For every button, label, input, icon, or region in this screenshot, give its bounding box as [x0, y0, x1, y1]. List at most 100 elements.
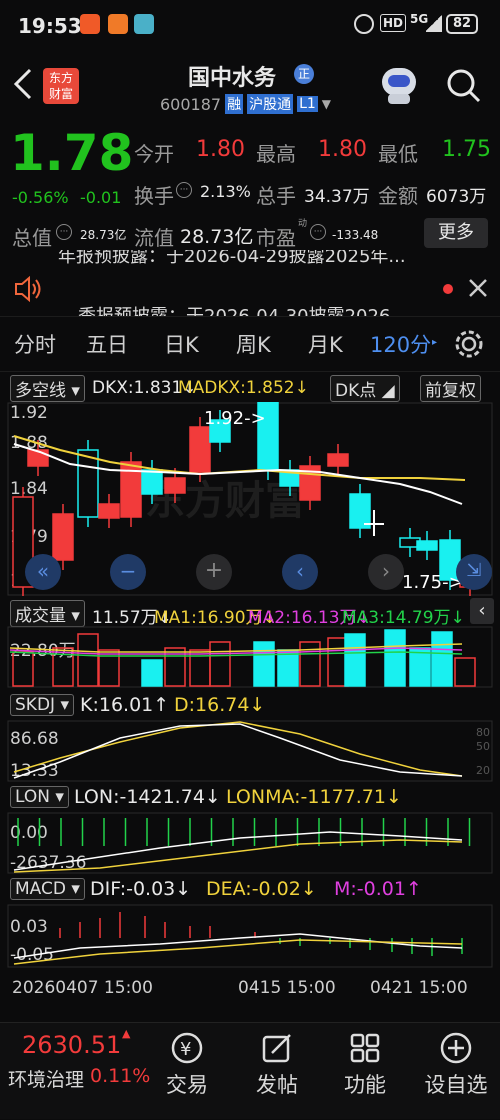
skdj-k-line	[13, 723, 463, 779]
post-icon	[262, 1034, 291, 1063]
skdj-chart: 86.6813.33805020	[7, 720, 493, 782]
volume-value: 34.37万	[304, 187, 370, 207]
axis-label: 0.03	[10, 917, 48, 937]
more-button[interactable]: 更多	[424, 218, 488, 248]
functions-button[interactable]: 功能	[330, 1031, 400, 1099]
stock-name[interactable]: 国中水务	[188, 60, 276, 92]
tab-month-k[interactable]: 月K	[308, 329, 343, 359]
robot-assistant-icon[interactable]	[378, 64, 420, 104]
low-label: 最低	[378, 142, 418, 166]
speaker-icon[interactable]	[14, 276, 44, 302]
collapse-arrow-icon[interactable]: ‹	[470, 598, 494, 624]
candle-body	[164, 477, 186, 494]
volume-bar	[253, 641, 275, 687]
change-value: -0.01	[80, 188, 122, 207]
svg-text:¥: ¥	[180, 1039, 191, 1060]
scroll-left-fast-icon[interactable]: «	[25, 554, 61, 590]
hd-icon: HD	[380, 14, 407, 32]
battery-icon: 82	[446, 14, 478, 34]
volume-indicator-row: 成交量 ▾ 11.57万↓ MA1:16.90万↓ MA2:16.13万↓ MA…	[0, 598, 500, 628]
ma3-value: MA3:14.79万↓	[342, 608, 465, 628]
reset-view-icon[interactable]: ⇲	[456, 554, 492, 590]
add-watchlist-label: 设自选	[424, 1073, 488, 1097]
date-axis: 20260407 15:00 0415 15:00 0421 15:00	[0, 974, 500, 1004]
unread-dot	[443, 284, 453, 294]
info-icon[interactable]: ···	[176, 182, 192, 198]
turnover-label: 换手	[134, 184, 174, 208]
stock-code-row: 600187 融 沪股通 L1 ▼	[160, 94, 331, 114]
app-notification-icon-2	[134, 14, 154, 34]
scroll-left-icon[interactable]: ‹	[282, 554, 318, 590]
amount-label: 金额	[378, 184, 418, 208]
lon-indicator-row: LON ▾ LON:-1421.74↓ LONMA:-1177.71↓	[0, 784, 500, 812]
sector-index[interactable]: 2630.51 ▲ 环境治理 0.11%	[0, 1023, 150, 1120]
volume-selector[interactable]: 成交量 ▾	[10, 600, 85, 627]
tab-week-k[interactable]: 周K	[236, 329, 271, 359]
madkx-value: MADKX:1.852↓	[178, 378, 309, 398]
indicator-name: 多空线	[15, 381, 66, 401]
total-mv-label: 总值	[12, 226, 52, 250]
period-tabs: 分时 五日 日K 周K 月K 120分 ▸	[0, 316, 500, 372]
axis-label: 86.68	[10, 729, 59, 749]
back-icon[interactable]	[10, 66, 36, 102]
macd-selector[interactable]: MACD ▾	[10, 878, 85, 900]
candle-body	[327, 453, 349, 467]
macd-dea-value: DEA:-0.02↓	[206, 878, 317, 900]
bottom-toolbar: 2630.51 ▲ 环境治理 0.11% ¥ 交易 发帖 功能 设自选	[0, 1022, 500, 1119]
sector-index-name: 环境治理	[8, 1069, 85, 1091]
logo-text-1: 东方	[48, 71, 73, 85]
search-icon[interactable]	[446, 68, 482, 104]
news-line-1: 年报预披露：于2026-04-29披露2025年...	[58, 250, 406, 267]
volume-bar	[77, 633, 99, 687]
info-icon-2[interactable]: ···	[56, 224, 72, 240]
macd-indicator-row: MACD ▾ DIF:-0.03↓ DEA:-0.02↓ M:-0.01↑	[0, 876, 500, 904]
date-label-start: 20260407 15:00	[12, 978, 153, 998]
tab-120min[interactable]: 120分	[370, 329, 431, 359]
scroll-right-icon[interactable]: ›	[368, 554, 404, 590]
tab-dropdown-icon[interactable]: ▸	[432, 337, 437, 348]
tag-l1: L1	[297, 96, 318, 112]
gear-icon[interactable]	[454, 329, 484, 359]
zoom-in-icon[interactable]: +	[196, 554, 232, 590]
app-notification-icon	[108, 14, 128, 34]
adjust-button[interactable]: 前复权	[420, 375, 481, 402]
lon-chart: 0.00-2637.36	[7, 812, 493, 874]
tab-five-day[interactable]: 五日	[86, 329, 128, 359]
turnover-value: 2.13%	[200, 182, 251, 201]
float-mv-label: 流值	[134, 226, 174, 250]
info-icon-3[interactable]: ···	[310, 224, 326, 240]
candle-body	[77, 449, 99, 518]
trade-button[interactable]: ¥ 交易	[152, 1031, 222, 1099]
lon-selector[interactable]: LON ▾	[10, 786, 69, 808]
status-bar: 19:53 HD 5G 82	[0, 0, 500, 50]
zoom-out-icon[interactable]: −	[110, 554, 146, 590]
news-ticker[interactable]: 年报预披露：于2026-04-29披露2025年... 季报预披露：于2026-…	[0, 250, 500, 316]
dk-point-button[interactable]: DK点 ◢	[330, 375, 400, 402]
high-value: 1.80	[318, 137, 367, 162]
close-icon[interactable]	[466, 276, 490, 300]
stock-code: 600187	[160, 94, 222, 114]
logo-text-2: 财富	[48, 87, 73, 101]
volume-bar	[431, 631, 453, 687]
trade-icon: ¥	[171, 1032, 203, 1064]
dk-point-label: DK点	[335, 381, 377, 401]
skdj-k-value: K:16.01↑	[80, 694, 170, 716]
skdj-selector[interactable]: SKDJ ▾	[10, 694, 74, 716]
post-button[interactable]: 发帖	[242, 1031, 312, 1099]
volume-bar	[209, 641, 231, 687]
amount-value: 6073万	[426, 187, 487, 207]
tab-day-k[interactable]: 日K	[164, 329, 199, 359]
notification-icon	[80, 14, 100, 34]
status-time: 19:53	[18, 14, 82, 38]
header: 东方 财富 国中水务 正 600187 融 沪股通 L1 ▼	[0, 50, 500, 120]
functions-label: 功能	[344, 1073, 386, 1097]
add-watchlist-button[interactable]: 设自选	[416, 1031, 496, 1099]
tab-timeshare[interactable]: 分时	[14, 329, 56, 359]
volume-bar	[454, 657, 476, 687]
trade-label: 交易	[166, 1073, 208, 1097]
date-label-mid: 0415 15:00	[238, 978, 336, 998]
tag-rong: 融	[225, 94, 244, 114]
indicator-selector[interactable]: 多空线 ▾	[10, 375, 85, 402]
chevron-down-icon[interactable]: ▼	[322, 97, 331, 111]
axis-label: 20	[476, 764, 490, 777]
